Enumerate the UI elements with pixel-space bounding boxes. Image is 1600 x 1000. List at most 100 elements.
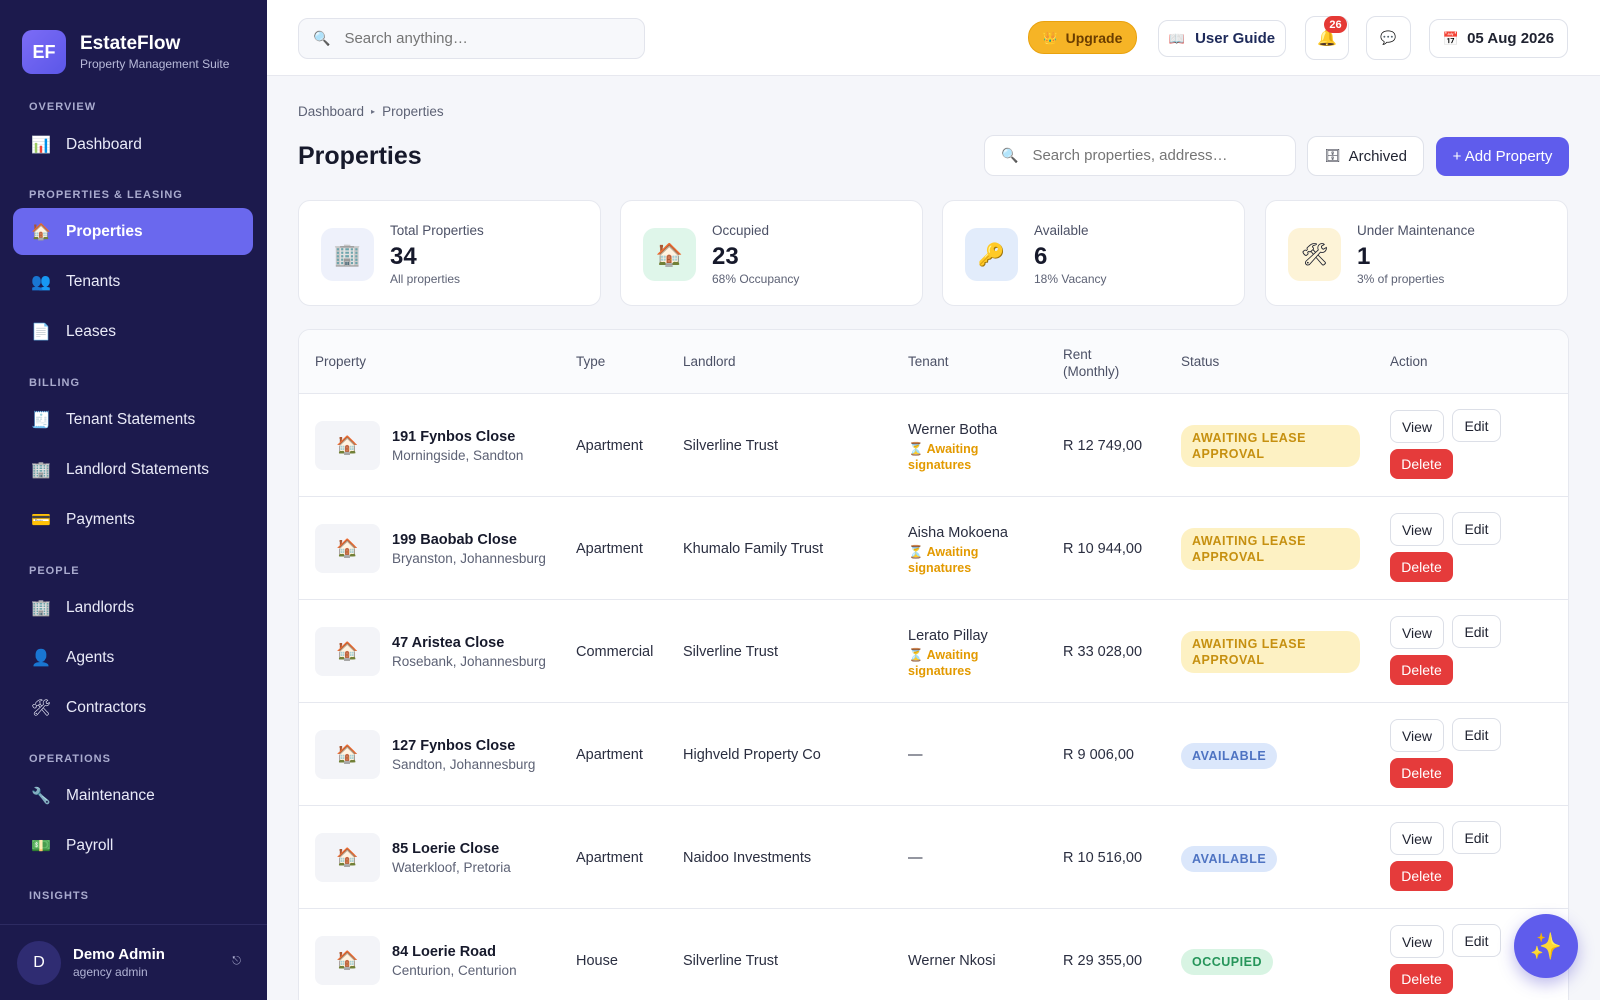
column-type[interactable]: Type (576, 354, 605, 369)
delete-button[interactable]: Delete (1390, 758, 1453, 788)
column-rent[interactable]: Rent (Monthly) (1063, 346, 1119, 380)
section-overview: OVERVIEW (29, 101, 97, 113)
property-address: Waterkloof, Pretoria (392, 860, 511, 875)
property-name[interactable]: 127 Fynbos Close (392, 738, 515, 754)
property-thumbnail-house-icon: 🏠 (315, 421, 380, 470)
sidebar-item-contractors[interactable]: 🛠 Contractors (13, 684, 253, 731)
date-picker-button[interactable]: 📅 05 Aug 2026 (1429, 19, 1568, 58)
user-guide-button[interactable]: 📖 User Guide (1158, 20, 1286, 57)
edit-button[interactable]: Edit (1452, 821, 1501, 854)
property-search-input[interactable] (1032, 147, 1283, 164)
sidebar-item-agents[interactable]: 👤 Agents (13, 634, 253, 681)
add-property-button[interactable]: + Add Property (1436, 137, 1569, 176)
sidebar-item-leases[interactable]: 📄 Leases (13, 308, 253, 355)
table-row[interactable]: 🏠 127 Fynbos Close Sandton, Johannesburg Ap… (299, 703, 1568, 806)
property-search[interactable]: 🔍 (984, 135, 1296, 176)
notification-count-badge: 26 (1324, 16, 1347, 33)
property-landlord: Highveld Property Co (683, 747, 821, 763)
section-properties-leasing: PROPERTIES & LEASING (29, 189, 183, 201)
breadcrumb-separator-icon: ▸ (371, 107, 376, 116)
upgrade-button[interactable]: 👑 Upgrade (1028, 21, 1137, 54)
sidebar-item-dashboard[interactable]: 📊 Dashboard (13, 121, 253, 168)
table-row[interactable]: 🏠 199 Baobab Close Bryanston, Johannesburg… (299, 497, 1568, 600)
property-rent: R 10 516,00 (1063, 850, 1143, 866)
column-property[interactable]: Property (315, 354, 366, 369)
stat-value: 1 (1357, 243, 1371, 270)
sidebar-item-label: Leases (66, 322, 116, 340)
section-insights: INSIGHTS (29, 890, 89, 902)
sidebar-item-payments[interactable]: 💳 Payments (13, 496, 253, 543)
view-button[interactable]: View (1390, 925, 1444, 958)
sidebar-item-landlord-statements[interactable]: 🏢 Landlord Statements (13, 446, 253, 493)
property-name[interactable]: 199 Baobab Close (392, 532, 517, 548)
delete-button[interactable]: Delete (1390, 552, 1453, 582)
tenant-cell: Aisha Mokoena ⏳ Awaiting signatures (908, 525, 1008, 576)
delete-button[interactable]: Delete (1390, 964, 1453, 994)
sidebar-item-payroll[interactable]: 💵 Payroll (13, 822, 253, 869)
house-icon: 🏠 (31, 223, 51, 241)
sidebar-item-label: Tenants (66, 272, 121, 290)
property-name[interactable]: 191 Fynbos Close (392, 429, 515, 445)
sidebar-item-tenant-statements[interactable]: 🧾 Tenant Statements (13, 396, 253, 443)
property-rent: R 9 006,00 (1063, 747, 1134, 763)
edit-button[interactable]: Edit (1452, 409, 1501, 442)
status-badge: AWAITING LEASE APPROVAL (1181, 631, 1360, 673)
brand-logo: EF (22, 30, 66, 74)
chat-icon: 💬 (1380, 30, 1397, 45)
view-button[interactable]: View (1390, 616, 1444, 649)
delete-button[interactable]: Delete (1390, 655, 1453, 685)
messages-button[interactable]: 💬 (1366, 16, 1411, 60)
table-row[interactable]: 🏠 84 Loerie Road Centurion, Centurion House… (299, 909, 1568, 1000)
building-icon: 🏢 (31, 461, 51, 479)
table-row[interactable]: 🏠 85 Loerie Close Waterkloof, Pretoria Apar… (299, 806, 1568, 909)
property-landlord: Naidoo Investments (683, 850, 812, 866)
sidebar-item-maintenance[interactable]: 🔧 Maintenance (13, 772, 253, 819)
property-name[interactable]: 47 Aristea Close (392, 635, 504, 651)
user-guide-label: User Guide (1195, 30, 1276, 47)
edit-button[interactable]: Edit (1452, 512, 1501, 545)
column-landlord[interactable]: Landlord (683, 354, 736, 369)
avatar: D (17, 940, 61, 985)
breadcrumb-dashboard[interactable]: Dashboard (298, 104, 364, 119)
logout-icon[interactable]: ⎋ (232, 955, 241, 968)
property-address: Sandton, Johannesburg (392, 757, 536, 772)
global-search-input[interactable] (344, 30, 625, 47)
property-rent: R 29 355,00 (1063, 953, 1143, 969)
view-button[interactable]: View (1390, 822, 1444, 855)
column-tenant[interactable]: Tenant (908, 354, 949, 369)
sidebar-item-label: Maintenance (66, 786, 155, 804)
sidebar-item-properties[interactable]: 🏠 Properties (13, 208, 253, 255)
archived-button[interactable]: 🗄 Archived (1307, 136, 1424, 176)
properties-table: Property Type Landlord Tenant Rent (Mont… (298, 329, 1569, 1000)
users-icon: 👥 (31, 273, 51, 291)
table-row[interactable]: 🏠 47 Aristea Close Rosebank, Johannesburg C… (299, 600, 1568, 703)
view-button[interactable]: View (1390, 513, 1444, 546)
global-search[interactable]: 🔍 (298, 18, 645, 59)
upgrade-label: Upgrade (1065, 29, 1123, 46)
property-rent: R 10 944,00 (1063, 541, 1143, 557)
status-badge: AVAILABLE (1181, 846, 1278, 872)
section-people: PEOPLE (29, 565, 80, 577)
property-thumbnail-house-icon: 🏠 (315, 730, 380, 779)
property-name[interactable]: 84 Loerie Road (392, 944, 496, 960)
crown-icon: 👑 (1042, 30, 1058, 45)
sidebar-item-landlords[interactable]: 🏢 Landlords (13, 584, 253, 631)
property-rent: R 12 749,00 (1063, 438, 1143, 454)
edit-button[interactable]: Edit (1452, 924, 1501, 957)
edit-button[interactable]: Edit (1452, 615, 1501, 648)
sidebar-item-tenants[interactable]: 👥 Tenants (13, 258, 253, 305)
stat-card-available: 🔑 Available 6 18% Vacancy (942, 200, 1245, 306)
edit-button[interactable]: Edit (1452, 718, 1501, 751)
property-thumbnail-house-icon: 🏠 (315, 524, 380, 573)
ai-assistant-button[interactable]: ✨ (1514, 914, 1578, 978)
delete-button[interactable]: Delete (1390, 861, 1453, 891)
property-name[interactable]: 85 Loerie Close (392, 841, 499, 857)
view-button[interactable]: View (1390, 410, 1444, 443)
user-profile[interactable]: D Demo Admin agency admin ⎋ (0, 924, 267, 1000)
page-title: Properties (298, 142, 422, 170)
dashboard-icon: 📊 (31, 136, 51, 154)
view-button[interactable]: View (1390, 719, 1444, 752)
column-status[interactable]: Status (1181, 354, 1219, 369)
delete-button[interactable]: Delete (1390, 449, 1453, 479)
table-row[interactable]: 🏠 191 Fynbos Close Morningside, Sandton Apa… (299, 394, 1568, 497)
